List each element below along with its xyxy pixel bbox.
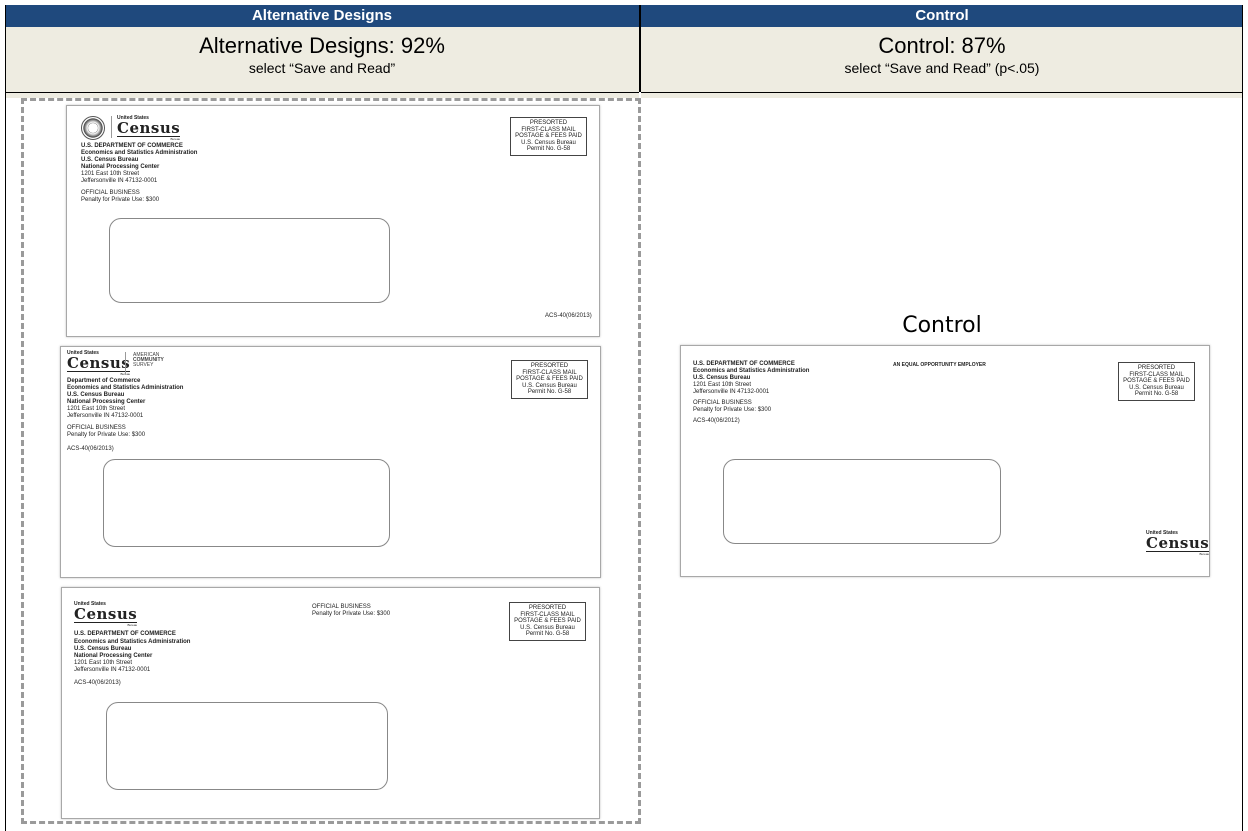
sender-line-1: U.S. DEPARTMENT OF COMMERCE	[74, 631, 176, 637]
alternative-designs-header: Alternative Designs	[5, 5, 639, 27]
commerce-seal-icon	[81, 116, 105, 140]
address-window	[106, 702, 388, 790]
logo-bureau: Bureau	[127, 623, 138, 627]
logo-census: Census	[1146, 534, 1210, 552]
sender-line-6: Jeffersonville IN 47132-0001	[67, 413, 144, 419]
alternative-designs-summary: Alternative Designs: 92% select “Save an…	[5, 27, 639, 93]
official-business: OFFICIAL BUSINESS	[81, 190, 140, 196]
sender-line-3: U.S. Census Bureau	[693, 375, 751, 381]
penalty-line: Penalty for Private Use: $300	[67, 432, 146, 438]
postage-stamp-box: PRESORTED FIRST-CLASS MAIL POSTAGE & FEE…	[509, 602, 586, 641]
census-logo: United States Census Bureau	[117, 116, 181, 141]
control-note: select “Save and Read” (p<.05)	[844, 60, 1040, 76]
sender-line-1: U.S. DEPARTMENT OF COMMERCE	[693, 361, 795, 367]
envelope-alternative-1: United States Census Bureau U.S. DEPARTM…	[66, 105, 600, 337]
sender-line-2: Economics and Statistics Administration	[74, 639, 191, 645]
census-logo: United States Census Bureau	[67, 351, 131, 376]
sender-line-2: Economics and Statistics Administration	[693, 368, 810, 374]
logo-census: Census	[117, 119, 181, 137]
control-envelope-title: Control	[902, 313, 982, 338]
official-business: OFFICIAL BUSINESS	[693, 400, 752, 406]
postage-stamp-box: PRESORTED FIRST-CLASS MAIL POSTAGE & FEE…	[510, 117, 587, 156]
logo-census: Census	[67, 354, 131, 372]
stamp-line-3: POSTAGE & FEES PAID	[514, 618, 581, 624]
sender-line-4: National Processing Center	[81, 164, 160, 170]
logo-bureau: Bureau	[170, 137, 181, 141]
postage-stamp-box: PRESORTED FIRST-CLASS MAIL POSTAGE & FEE…	[511, 360, 588, 399]
envelope-alternative-3: United States Census Bureau OFFICIAL BUS…	[61, 587, 600, 819]
form-code: ACS-40(06/2013)	[545, 313, 592, 319]
penalty-line: Penalty for Private Use: $300	[312, 611, 391, 617]
official-business: OFFICIAL BUSINESS	[312, 604, 371, 610]
form-code: ACS-40(06/2013)	[67, 446, 114, 452]
sender-line-6: Jeffersonville IN 47132-0001	[81, 178, 158, 184]
table-left-border	[5, 5, 6, 831]
penalty-line: Penalty for Private Use: $300	[81, 197, 160, 203]
stamp-line-5: Permit No. G-58	[525, 631, 570, 637]
logo-divider	[125, 352, 126, 374]
address-window	[109, 218, 390, 303]
sender-line-3: U.S. Census Bureau	[74, 646, 132, 652]
acs-logo-line-3: SURVEY	[133, 362, 154, 368]
equal-opportunity-employer: AN EQUAL OPPORTUNITY EMPLOYER	[893, 362, 986, 368]
band-right	[641, 93, 1243, 98]
stamp-line-3: POSTAGE & FEES PAID	[1123, 378, 1190, 384]
sender-line-4: National Processing Center	[74, 653, 153, 659]
envelope-control: U.S. DEPARTMENT OF COMMERCE Economics an…	[680, 345, 1210, 577]
logo-divider	[111, 116, 112, 138]
sender-line-6: Jeffersonville IN 47132-0001	[74, 667, 151, 673]
table-right-border	[1242, 5, 1243, 831]
penalty-line: Penalty for Private Use: $300	[693, 407, 772, 413]
logo-bureau: Bureau	[1199, 552, 1210, 556]
control-rate: Control: 87%	[878, 33, 1006, 58]
postage-stamp-box: PRESORTED FIRST-CLASS MAIL POSTAGE & FEE…	[1118, 362, 1195, 401]
alternative-designs-rate: Alternative Designs: 92%	[199, 33, 445, 58]
alternative-designs-note: select “Save and Read”	[248, 60, 396, 76]
sender-line-4: 1201 East 10th Street	[693, 382, 752, 388]
envelope-alternative-2: United States Census Bureau AMERICAN COM…	[60, 346, 601, 578]
column-divider	[639, 5, 641, 92]
stamp-line-5: Permit No. G-58	[1134, 391, 1179, 397]
form-code: ACS-40(06/2012)	[693, 418, 740, 424]
sender-line-1: Department of Commerce	[67, 378, 141, 384]
sender-line-2: Economics and Statistics Administration	[81, 150, 198, 156]
sender-line-3: U.S. Census Bureau	[67, 392, 125, 398]
control-header: Control	[641, 5, 1243, 27]
stamp-line-5: Permit No. G-58	[527, 389, 572, 395]
sender-line-5: 1201 East 10th Street	[74, 660, 133, 666]
census-logo: United States Census Bureau	[1146, 531, 1210, 556]
sender-line-1: U.S. DEPARTMENT OF COMMERCE	[81, 143, 183, 149]
control-summary: Control: 87% select “Save and Read” (p<.…	[641, 27, 1243, 93]
sender-line-2: Economics and Statistics Administration	[67, 385, 184, 391]
form-code: ACS-40(06/2013)	[74, 680, 121, 686]
stamp-line-5: Permit No. G-58	[526, 146, 571, 152]
sender-line-5: Jeffersonville IN 47132-0001	[693, 389, 770, 395]
stamp-line-3: POSTAGE & FEES PAID	[515, 133, 582, 139]
stamp-line-3: POSTAGE & FEES PAID	[516, 376, 583, 382]
sender-line-5: 1201 East 10th Street	[81, 171, 140, 177]
logo-bureau: Bureau	[120, 372, 131, 376]
sender-line-3: U.S. Census Bureau	[81, 157, 139, 163]
logo-census: Census	[74, 605, 138, 623]
census-logo: United States Census Bureau	[74, 602, 138, 627]
sender-line-4: National Processing Center	[67, 399, 146, 405]
official-business: OFFICIAL BUSINESS	[67, 425, 126, 431]
sender-line-5: 1201 East 10th Street	[67, 406, 126, 412]
address-window	[723, 459, 1001, 544]
address-window	[103, 459, 390, 547]
